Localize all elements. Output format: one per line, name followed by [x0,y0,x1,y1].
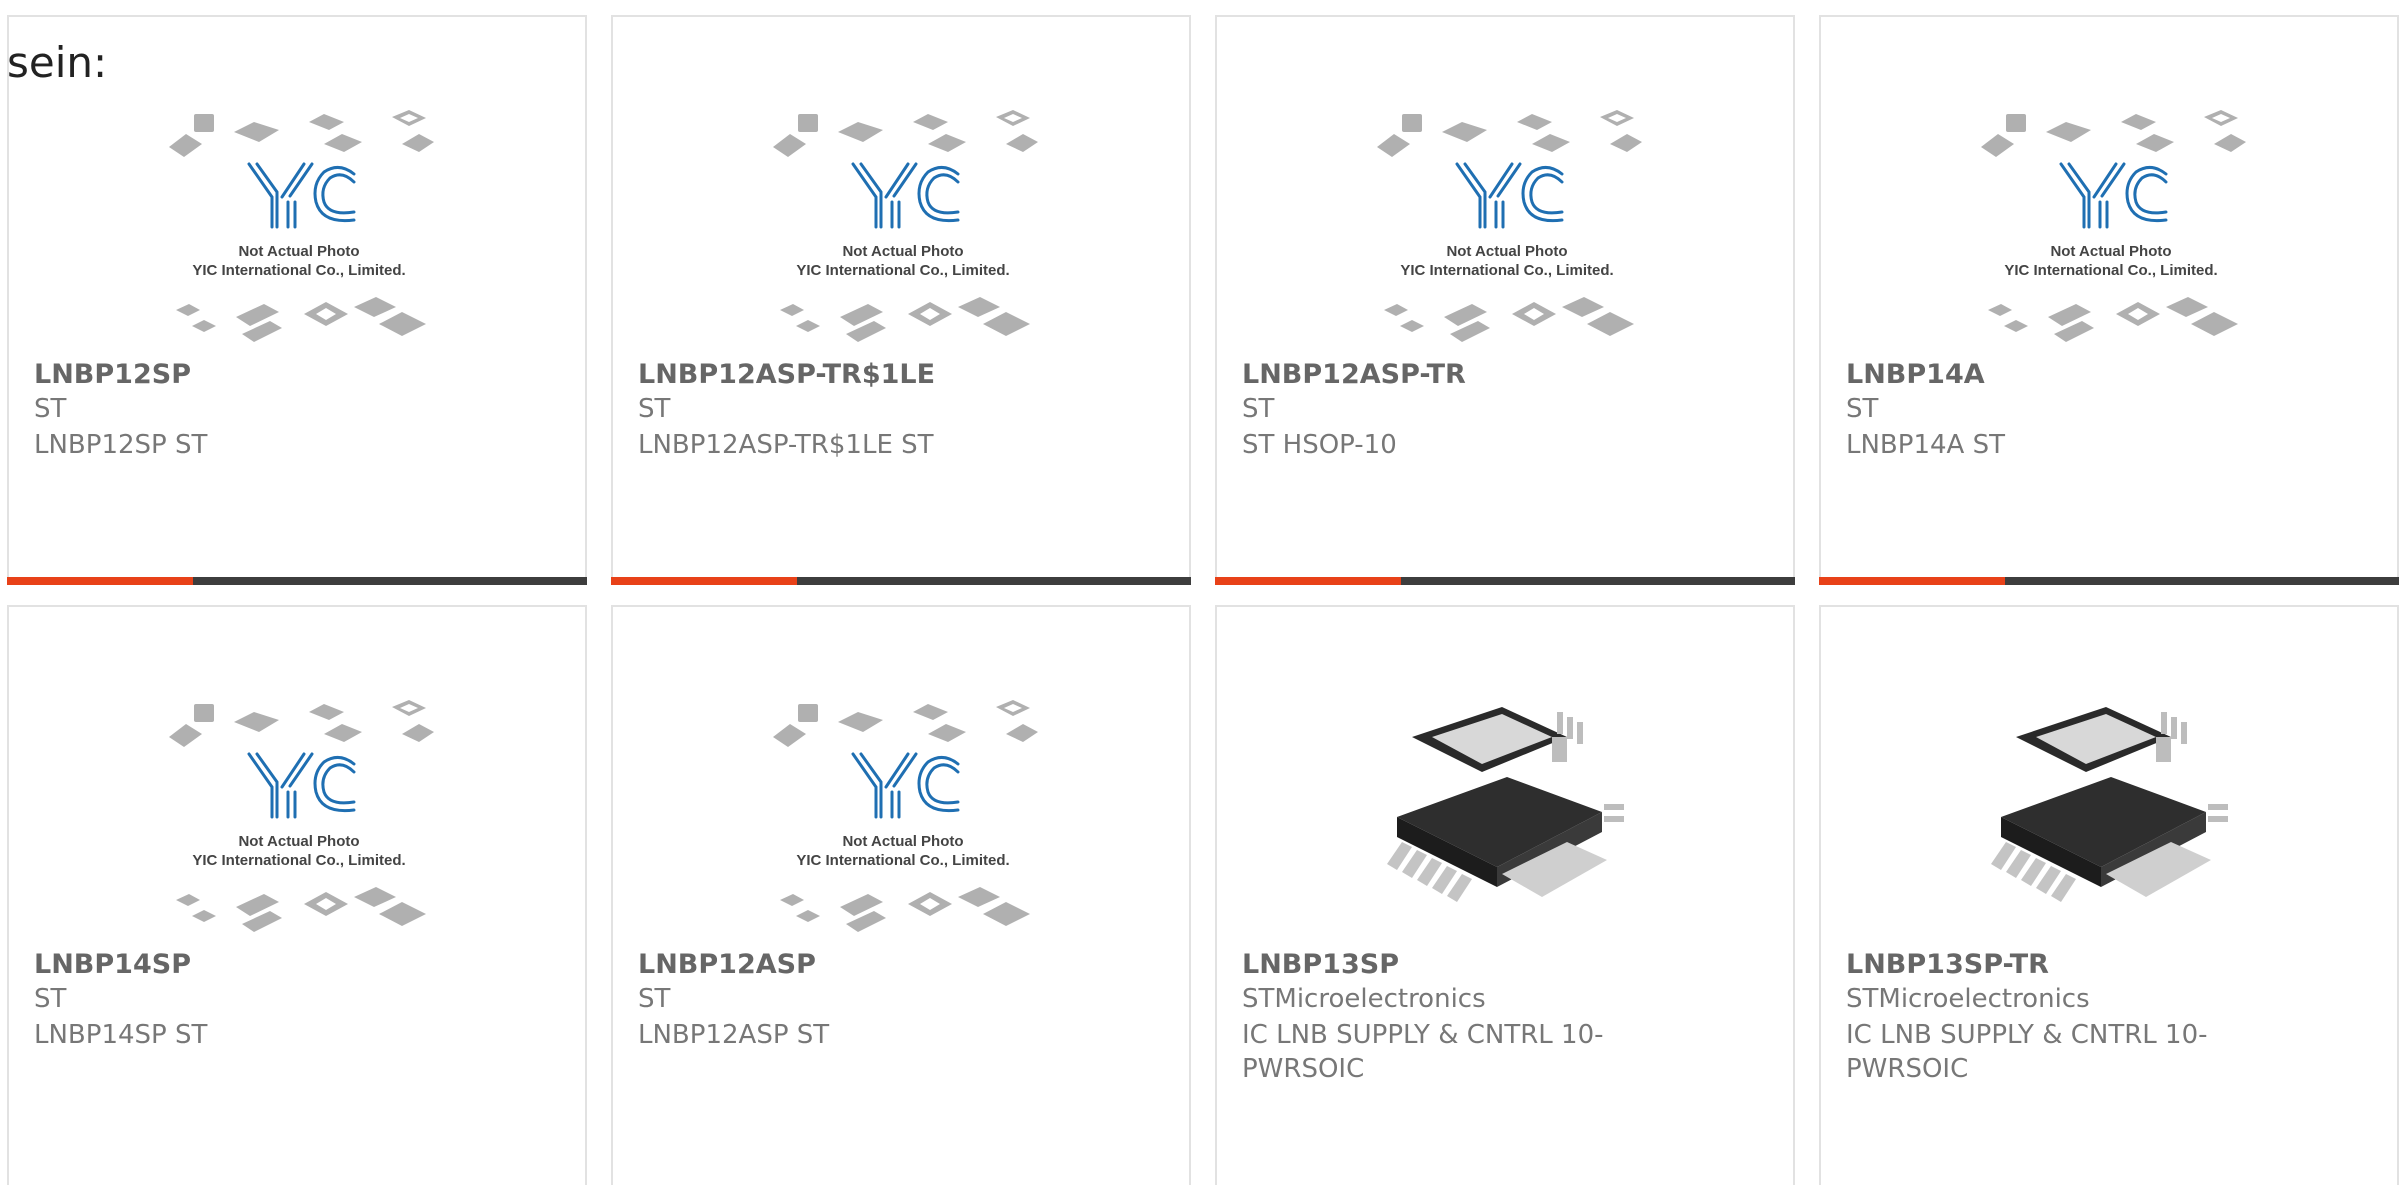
product-card[interactable]: Not Actual Photo YIC International Co., … [7,605,587,1185]
product-image[interactable] [1976,692,2246,932]
product-description: ST HSOP-10 [1242,430,1397,460]
product-card[interactable]: LNBP13SP STMicroelectronics IC LNB SUPPL… [1215,605,1795,1185]
placeholder-image: Not Actual Photo YIC International Co., … [164,692,434,932]
placeholder-image: Not Actual Photo YIC International Co., … [768,692,1038,932]
card-bottom-bar [1819,577,2399,585]
product-manufacturer: ST [1242,394,1275,424]
placeholder-caption-line1: Not Actual Photo [238,833,359,850]
product-card[interactable]: LNBP13SP-TR STMicroelectronics IC LNB SU… [1819,605,2399,1185]
product-grid: Not Actual Photo YIC International Co., … [0,0,2400,1185]
card-accent-bar [1819,577,2005,585]
product-description: IC LNB SUPPLY & CNTRL 10-PWRSOIC [1846,1020,2208,1084]
product-manufacturer: ST [34,984,67,1014]
product-image[interactable]: Not Actual Photo YIC International Co., … [768,102,1038,342]
product-part-number[interactable]: LNBP12SP [34,359,191,390]
placeholder-image: Not Actual Photo YIC International Co., … [1372,102,1642,342]
product-description: LNBP12ASP-TR$1LE ST [638,430,934,460]
product-description: LNBP14SP ST [34,1020,208,1050]
placeholder-caption-line2: YIC International Co., Limited. [2004,262,2217,279]
product-description: LNBP14A ST [1846,430,2005,460]
product-manufacturer: ST [1846,394,1879,424]
product-part-number[interactable]: LNBP13SP [1242,949,1399,980]
product-card[interactable]: Not Actual Photo YIC International Co., … [611,605,1191,1185]
placeholder-caption-line1: Not Actual Photo [842,833,963,850]
placeholder-caption-line2: YIC International Co., Limited. [796,262,1009,279]
placeholder-image: Not Actual Photo YIC International Co., … [768,102,1038,342]
product-card[interactable]: Not Actual Photo YIC International Co., … [611,15,1191,585]
product-description: IC LNB SUPPLY & CNTRL 10-PWRSOIC [1242,1020,1604,1084]
product-card[interactable]: Not Actual Photo YIC International Co., … [1215,15,1795,585]
product-manufacturer: ST [638,984,671,1014]
chip-photo [1372,692,1642,932]
placeholder-caption-line1: Not Actual Photo [1446,243,1567,260]
product-manufacturer: ST [34,394,67,424]
product-image[interactable] [1372,692,1642,932]
product-image[interactable]: Not Actual Photo YIC International Co., … [1976,102,2246,342]
placeholder-caption-line1: Not Actual Photo [238,243,359,260]
placeholder-caption-line2: YIC International Co., Limited. [1400,262,1613,279]
card-bottom-bar [7,577,587,585]
product-description: LNBP12ASP ST [638,1020,830,1050]
product-image[interactable]: Not Actual Photo YIC International Co., … [768,692,1038,932]
product-manufacturer: STMicroelectronics [1242,984,1486,1014]
card-bottom-bar [611,577,1191,585]
placeholder-image: Not Actual Photo YIC International Co., … [164,102,434,342]
card-bottom-bar [1215,577,1795,585]
product-image[interactable]: Not Actual Photo YIC International Co., … [164,102,434,342]
product-part-number[interactable]: LNBP13SP-TR [1846,949,2049,980]
product-part-number[interactable]: LNBP12ASP [638,949,816,980]
placeholder-caption-line1: Not Actual Photo [2050,243,2171,260]
product-part-number[interactable]: LNBP12ASP-TR$1LE [638,359,935,390]
product-manufacturer: STMicroelectronics [1846,984,2090,1014]
card-accent-bar [7,577,193,585]
card-accent-bar [1215,577,1401,585]
product-card[interactable]: Not Actual Photo YIC International Co., … [1819,15,2399,585]
placeholder-caption-line2: YIC International Co., Limited. [192,852,405,869]
product-part-number[interactable]: LNBP14A [1846,359,1985,390]
product-part-number[interactable]: LNBP14SP [34,949,191,980]
placeholder-caption-line2: YIC International Co., Limited. [796,852,1009,869]
product-part-number[interactable]: LNBP12ASP-TR [1242,359,1466,390]
product-description: LNBP12SP ST [34,430,208,460]
card-accent-bar [611,577,797,585]
product-image[interactable]: Not Actual Photo YIC International Co., … [1372,102,1642,342]
placeholder-caption-line1: Not Actual Photo [842,243,963,260]
product-card[interactable]: Not Actual Photo YIC International Co., … [7,15,587,585]
product-manufacturer: ST [638,394,671,424]
chip-photo [1976,692,2246,932]
placeholder-image: Not Actual Photo YIC International Co., … [1976,102,2246,342]
product-image[interactable]: Not Actual Photo YIC International Co., … [164,692,434,932]
page-heading: sein: [7,38,108,87]
placeholder-caption-line2: YIC International Co., Limited. [192,262,405,279]
